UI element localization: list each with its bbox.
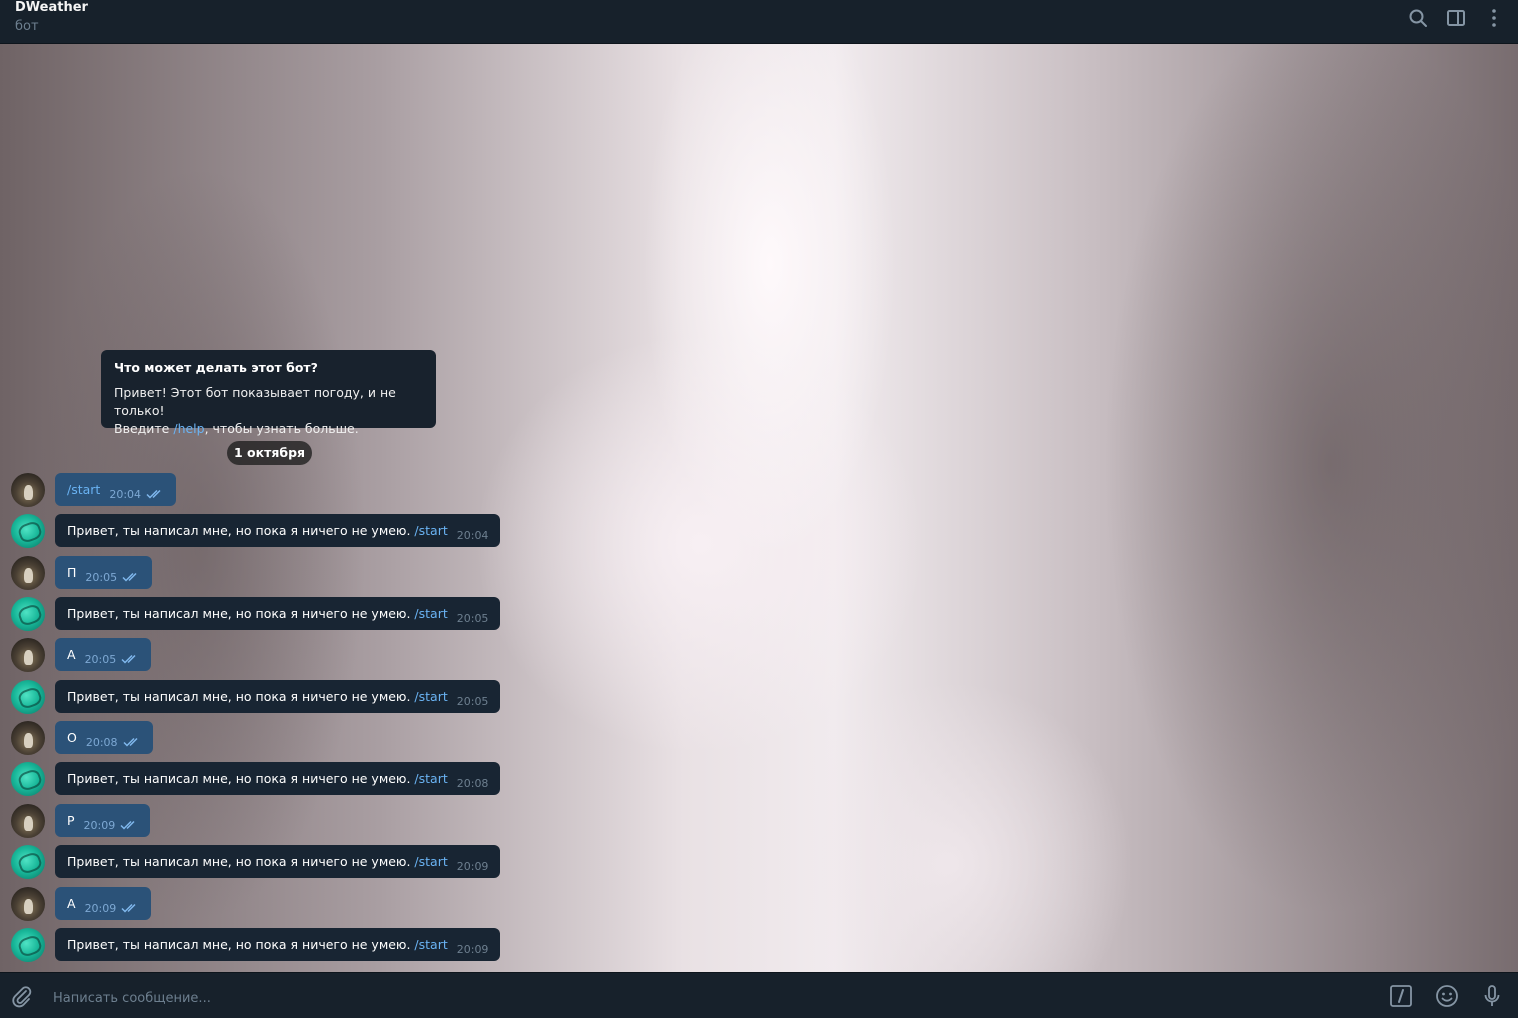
message-text: Привет, ты написал мне, но пока я ничего… <box>67 606 415 621</box>
outgoing-message[interactable]: А 20:09 <box>55 887 152 920</box>
read-checkmarks-icon <box>123 737 138 747</box>
bot-avatar[interactable] <box>11 845 45 879</box>
read-checkmarks-icon <box>120 820 135 830</box>
message-row: А 20:05 <box>0 638 600 672</box>
bot-avatar[interactable] <box>11 597 45 631</box>
bot-info-line2-pre: Введите <box>114 421 174 436</box>
user-avatar[interactable] <box>11 721 45 755</box>
message-row: Привет, ты написал мне, но пока я ничего… <box>0 928 600 962</box>
chat-subtitle: бот <box>15 19 39 34</box>
message-time: 20:05 <box>456 695 489 708</box>
read-checkmarks-icon <box>121 654 136 664</box>
message-time: 20:04 <box>456 529 489 542</box>
message-time: 20:05 <box>85 571 118 584</box>
message-row: Привет, ты написал мне, но пока я ничего… <box>0 762 600 796</box>
message-time: 20:09 <box>83 819 116 832</box>
message-row: Привет, ты написал мне, но пока я ничего… <box>0 514 600 548</box>
user-avatar[interactable] <box>11 804 45 838</box>
date-separator: 1 октября <box>227 441 312 465</box>
message-text: Привет, ты написал мне, но пока я ничего… <box>67 854 415 869</box>
chat-area[interactable]: Что может делать этот бот? Привет! Этот … <box>0 44 1518 972</box>
outgoing-message[interactable]: Р 20:09 <box>55 804 151 837</box>
outgoing-message[interactable]: А 20:05 <box>55 638 152 671</box>
user-avatar[interactable] <box>11 556 45 590</box>
read-checkmarks-icon <box>146 489 161 499</box>
message-row: О 20:08 <box>0 721 600 755</box>
user-avatar[interactable] <box>11 638 45 672</box>
message-row: П 20:05 <box>0 556 600 590</box>
message-text: А <box>67 896 76 911</box>
message-text: О <box>67 730 77 745</box>
message-text: Привет, ты написал мне, но пока я ничего… <box>67 689 415 704</box>
start-command-link[interactable]: /start <box>414 523 447 538</box>
message-composer <box>0 972 1518 1018</box>
message-time: 20:08 <box>85 736 118 749</box>
sidebar-toggle-icon[interactable] <box>1445 7 1467 29</box>
help-command-link[interactable]: /help <box>173 421 204 436</box>
attach-icon[interactable] <box>9 984 33 1008</box>
message-row: /start 20:04 <box>0 473 600 507</box>
incoming-message[interactable]: Привет, ты написал мне, но пока я ничего… <box>55 597 501 630</box>
incoming-message[interactable]: Привет, ты написал мне, но пока я ничего… <box>55 680 501 713</box>
bot-avatar[interactable] <box>11 514 45 548</box>
message-text: Р <box>67 813 75 828</box>
message-time: 20:09 <box>84 902 117 915</box>
message-row: А 20:09 <box>0 887 600 921</box>
outgoing-message[interactable]: П 20:05 <box>55 556 153 589</box>
bot-info-line1: Привет! Этот бот показывает погоду, и не… <box>114 385 396 418</box>
start-command-link[interactable]: /start <box>414 937 447 952</box>
user-avatar[interactable] <box>11 473 45 507</box>
message-row: Привет, ты написал мне, но пока я ничего… <box>0 680 600 714</box>
incoming-message[interactable]: Привет, ты написал мне, но пока я ничего… <box>55 845 501 878</box>
user-avatar[interactable] <box>11 887 45 921</box>
more-vertical-icon[interactable] <box>1483 7 1505 29</box>
emoji-icon[interactable] <box>1435 984 1459 1008</box>
message-text: А <box>67 647 76 662</box>
message-text: Привет, ты написал мне, но пока я ничего… <box>67 523 415 538</box>
chat-title[interactable]: DWeather <box>15 0 88 15</box>
message-row: Привет, ты написал мне, но пока я ничего… <box>0 597 600 631</box>
bot-avatar[interactable] <box>11 680 45 714</box>
message-row: Привет, ты написал мне, но пока я ничего… <box>0 845 600 879</box>
outgoing-message[interactable]: О 20:08 <box>55 721 153 754</box>
message-row: Р 20:09 <box>0 804 600 838</box>
message-time: 20:05 <box>456 612 489 625</box>
bot-avatar[interactable] <box>11 762 45 796</box>
read-checkmarks-icon <box>122 572 137 582</box>
message-text: П <box>67 565 77 580</box>
incoming-message[interactable]: Привет, ты написал мне, но пока я ничего… <box>55 762 501 795</box>
incoming-message[interactable]: Привет, ты написал мне, но пока я ничего… <box>55 928 501 961</box>
microphone-icon[interactable] <box>1480 984 1504 1008</box>
message-time: 20:09 <box>456 943 489 956</box>
message-text: Привет, ты написал мне, но пока я ничего… <box>67 771 415 786</box>
message-time: 20:09 <box>456 860 489 873</box>
message-input[interactable] <box>51 987 1355 1009</box>
bot-avatar[interactable] <box>11 928 45 962</box>
start-command-link[interactable]: /start <box>414 854 447 869</box>
bot-commands-icon[interactable] <box>1389 984 1413 1008</box>
bot-info-line2-post: , чтобы узнать больше. <box>204 421 359 436</box>
message-text: /start <box>67 482 101 497</box>
bot-info-title: Что может делать этот бот? <box>114 360 318 375</box>
bot-info-text: Привет! Этот бот показывает погоду, и не… <box>114 384 423 438</box>
message-time: 20:04 <box>109 488 142 501</box>
start-command-link[interactable]: /start <box>414 689 447 704</box>
read-checkmarks-icon <box>121 903 136 913</box>
incoming-message[interactable]: Привет, ты написал мне, но пока я ничего… <box>55 514 501 547</box>
chat-header: DWeather бот <box>0 0 1518 44</box>
start-command-link[interactable]: /start <box>414 771 447 786</box>
outgoing-message[interactable]: /start 20:04 <box>55 473 177 506</box>
search-icon[interactable] <box>1407 7 1429 29</box>
message-time: 20:08 <box>456 777 489 790</box>
bot-info-card: Что может делать этот бот? Привет! Этот … <box>101 350 436 436</box>
start-command-link[interactable]: /start <box>414 606 447 621</box>
message-text: Привет, ты написал мне, но пока я ничего… <box>67 937 415 952</box>
message-time: 20:05 <box>84 653 117 666</box>
